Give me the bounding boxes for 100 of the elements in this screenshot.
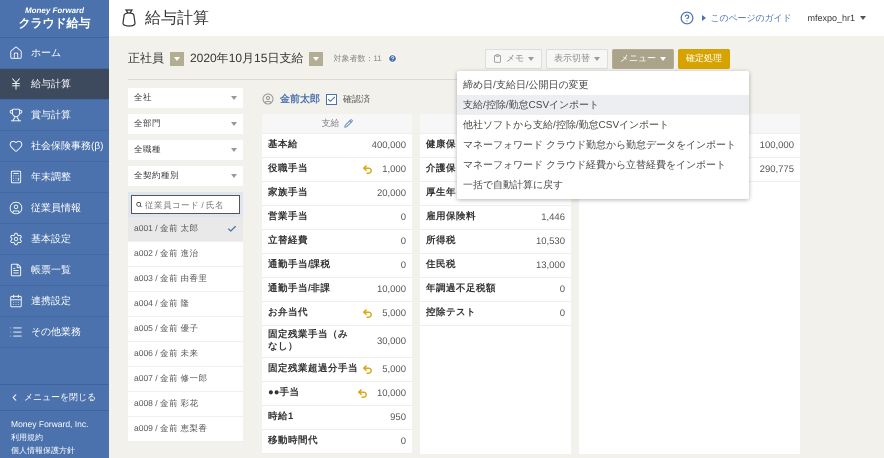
caret-icon xyxy=(860,16,866,20)
pencil-icon[interactable] xyxy=(344,119,352,128)
item-value: 0 xyxy=(560,308,565,319)
caret-icon xyxy=(231,174,237,178)
clipboard-icon xyxy=(493,54,502,63)
heart-icon xyxy=(9,139,23,153)
calendar-icon xyxy=(9,294,23,308)
undo-arrow-icon[interactable] xyxy=(362,308,374,319)
guide-link[interactable]: このページのガイド xyxy=(702,12,792,24)
item-label: 年調過不足税額 xyxy=(426,283,496,296)
check-icon xyxy=(327,94,336,104)
caret-icon xyxy=(231,122,237,126)
trophy-icon xyxy=(9,108,23,122)
item-label: 介護保 xyxy=(426,163,456,176)
money-bag-icon xyxy=(121,9,137,27)
user-icon xyxy=(9,201,23,215)
caret-icon xyxy=(594,56,600,60)
menu-item[interactable]: マネーフォワード クラウド経費から立替経費をインポート xyxy=(457,155,749,175)
help-icon[interactable] xyxy=(680,11,694,25)
settings-icon xyxy=(9,232,23,246)
employee-name: 金前太郎 xyxy=(280,92,320,106)
item-value: 5,000 xyxy=(382,308,406,319)
item-value: 950 xyxy=(390,412,406,423)
item-value: 290,775 xyxy=(760,164,794,175)
item-value: 10,000 xyxy=(376,284,406,295)
sidebar-item[interactable]: 給与計算 xyxy=(0,69,109,100)
target-count: 対象者数：11 xyxy=(333,53,382,64)
brand-name: Money Forward xyxy=(24,6,84,14)
item-value: 0 xyxy=(400,236,406,247)
yen-icon xyxy=(9,77,23,91)
item-value: 20,000 xyxy=(376,188,406,199)
user-icon xyxy=(262,93,274,105)
item-label: 営業手当 xyxy=(268,211,308,224)
employee-item[interactable]: a001 / 金前 太郎 xyxy=(128,217,243,242)
menu-item[interactable]: 支給/控除/勤怠CSVインポート xyxy=(457,95,749,115)
check-icon xyxy=(227,224,237,234)
item-label: 健康保 xyxy=(426,139,456,152)
item-label: 固定残業超過分手当 xyxy=(268,363,358,376)
footer-link[interactable]: 利用規約 xyxy=(0,432,109,445)
item-label: 基本給 xyxy=(268,139,298,152)
item-value: 100,000 xyxy=(760,140,794,151)
caret-icon xyxy=(231,148,237,152)
document-icon xyxy=(9,263,23,277)
undo-arrow-icon[interactable] xyxy=(356,388,368,399)
item-label: 家族手当 xyxy=(268,187,308,200)
dropdown-button[interactable] xyxy=(170,52,184,66)
item-value: 10,530 xyxy=(536,236,565,247)
pay-date: 2020年10月15日支給 xyxy=(190,50,304,67)
caret-icon xyxy=(174,56,180,60)
item-value: 0 xyxy=(400,436,406,447)
item-value: 13,000 xyxy=(536,260,565,271)
undo-arrow-icon[interactable] xyxy=(362,164,374,175)
menu-item[interactable]: 締め日/支給日/公開日の変更 xyxy=(457,75,749,95)
item-value: 400,000 xyxy=(372,140,406,151)
product-name: クラウド給与 xyxy=(18,15,90,32)
menu-item[interactable]: マネーフォワード クラウド勤怠から勤怠データをインポート xyxy=(457,135,749,155)
item-label: 控除テスト xyxy=(426,307,476,320)
item-label: 厚生年 xyxy=(426,187,456,200)
item-value: 0 xyxy=(400,212,406,223)
filter-select[interactable]: 全職種 xyxy=(128,140,243,160)
item-value: 10,000 xyxy=(376,388,406,399)
item-label: 固定残業手当（みなし） xyxy=(268,329,349,354)
filter-select[interactable]: 全契約種別 xyxy=(128,166,243,186)
caret-icon xyxy=(528,56,534,60)
item-value: 5,000 xyxy=(382,364,406,375)
item-value: 0 xyxy=(560,284,565,295)
item-value: 0 xyxy=(400,260,406,271)
item-label: 所得税 xyxy=(426,235,456,248)
checkbox-label: 確認済 xyxy=(343,92,370,106)
checkbox[interactable] xyxy=(326,94,337,104)
filter-select[interactable]: 全社 xyxy=(128,88,243,108)
triangle-icon xyxy=(702,15,706,21)
home-icon xyxy=(9,46,23,60)
user-menu[interactable]: mfexpo_hr1 xyxy=(807,13,866,23)
caret-icon xyxy=(660,56,666,60)
page-title: 給与計算 xyxy=(145,8,209,28)
caret-icon xyxy=(231,96,237,100)
item-label: 住民税 xyxy=(426,259,456,272)
calculator-icon xyxy=(9,170,23,184)
undo-arrow-icon[interactable] xyxy=(362,364,374,375)
item-value: 30,000 xyxy=(376,336,406,347)
item-label: 立替経費 xyxy=(268,235,308,248)
menu-item[interactable]: 他社ソフトから支給/控除/勤怠CSVインポート xyxy=(457,115,749,135)
menu-item[interactable]: 一括で自動計算に戻す xyxy=(457,175,749,195)
employment-type: 正社員 xyxy=(128,50,164,67)
item-label: お弁当代 xyxy=(268,307,308,320)
footer-link[interactable]: 個人情報保護方針 xyxy=(0,445,109,458)
item-label: 通勤手当/非課 xyxy=(268,283,331,296)
item-label: 時給1 xyxy=(268,411,294,424)
company-name: Money Forward, Inc. xyxy=(10,418,90,431)
item-label: ●●手当 xyxy=(268,387,300,400)
search-icon xyxy=(136,200,142,209)
item-label: 雇用保険料 xyxy=(426,211,476,224)
caret-icon xyxy=(313,56,320,60)
item-value: 1,446 xyxy=(541,212,565,223)
item-label: 役職手当 xyxy=(268,163,308,176)
search-field[interactable]: 従業員コード / 氏名 xyxy=(131,195,240,214)
column-title: 支給 xyxy=(322,117,340,130)
filter-select[interactable]: 全部門 xyxy=(128,114,243,134)
dropdown-button[interactable] xyxy=(309,52,324,66)
